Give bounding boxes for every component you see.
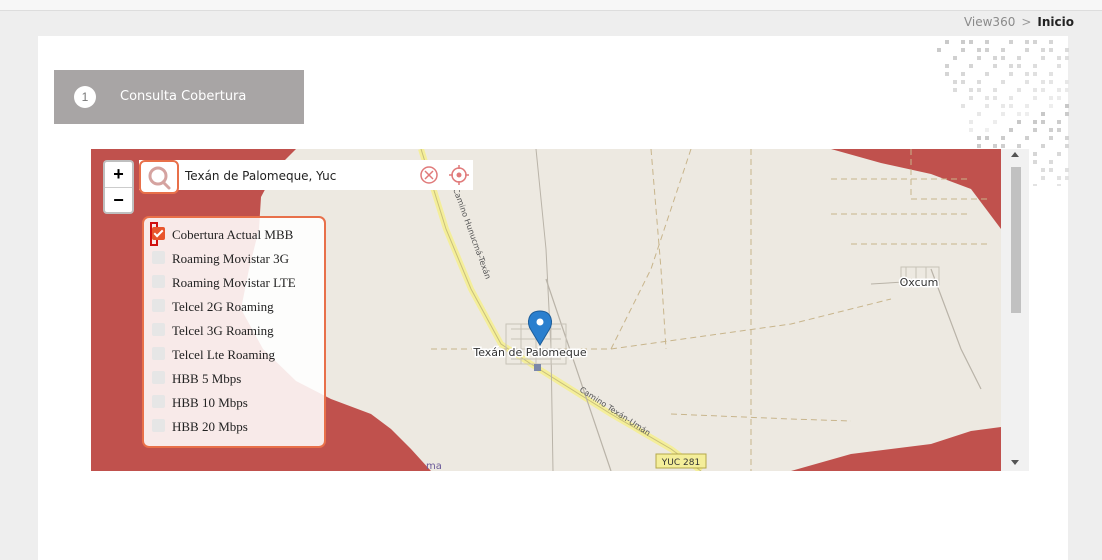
step-number-badge: 1 <box>74 86 96 108</box>
search-button[interactable] <box>139 160 179 194</box>
checkbox-icon[interactable] <box>152 299 165 312</box>
clear-search-icon[interactable] <box>419 165 439 185</box>
scroll-down-arrow-icon[interactable] <box>1011 460 1019 465</box>
top-bar <box>0 0 1102 11</box>
breadcrumb-root[interactable]: View360 <box>964 15 1015 29</box>
search-input[interactable]: Texán de Palomeque, Yuc <box>185 169 336 183</box>
layer-label: Roaming Movistar 3G <box>172 251 289 266</box>
scroll-up-arrow-icon[interactable] <box>1011 152 1019 157</box>
checkbox-icon[interactable] <box>152 275 165 288</box>
geolocate-icon[interactable] <box>449 165 469 185</box>
layer-panel: Cobertura Actual MBB Roaming Movistar 3G… <box>142 216 326 448</box>
checkbox-icon[interactable] <box>152 371 165 384</box>
layer-label: HBB 5 Mbps <box>172 371 242 386</box>
checkbox-icon[interactable] <box>152 347 165 360</box>
route-shield-yuc281: YUC 281 <box>655 453 707 469</box>
checkbox-icon[interactable] <box>152 251 165 264</box>
breadcrumb: View360 > Inicio <box>964 15 1074 29</box>
zoom-control: + − <box>103 160 134 214</box>
map-scrollbar[interactable] <box>1001 149 1029 471</box>
checkbox-icon[interactable] <box>152 419 165 432</box>
step-header[interactable]: 1 Consulta Cobertura <box>54 70 304 124</box>
layer-label: Cobertura Actual MBB <box>172 227 294 242</box>
layer-label: Roaming Movistar LTE <box>172 275 296 290</box>
scrollbar-thumb[interactable] <box>1011 167 1021 313</box>
magnifier-icon <box>148 166 171 190</box>
checkbox-icon[interactable] <box>152 395 165 408</box>
layer-item-cobertura-actual-mbb[interactable]: Cobertura Actual MBB <box>150 222 293 246</box>
main-panel: 1 Consulta Cobertura Texán de Palomeque … <box>38 36 1069 560</box>
map-label-town: Texán de Palomeque <box>472 346 586 359</box>
layer-label: HBB 10 Mbps <box>172 395 248 410</box>
zoom-in-button[interactable]: + <box>105 162 132 188</box>
layer-label: Telcel 2G Roaming <box>172 299 274 314</box>
search-box: Texán de Palomeque, Yuc <box>139 160 473 194</box>
breadcrumb-current: Inicio <box>1037 15 1074 29</box>
layer-label: Telcel Lte Roaming <box>172 347 276 362</box>
layer-label: HBB 20 Mbps <box>172 419 248 434</box>
map-label-village: Oxcum <box>900 276 939 289</box>
map-container[interactable]: Texán de Palomeque Oxcum Camino Hunucmá-… <box>91 149 1029 471</box>
zoom-out-button[interactable]: − <box>105 188 132 213</box>
svg-text:YUC 281: YUC 281 <box>661 458 700 468</box>
breadcrumb-separator: > <box>1021 15 1032 29</box>
checkbox-icon[interactable] <box>152 323 165 336</box>
step-title: Consulta Cobertura <box>120 89 247 104</box>
map-label-bottom: ma <box>426 461 442 471</box>
checkbox-checked-icon[interactable] <box>152 227 165 240</box>
layer-label: Telcel 3G Roaming <box>172 323 274 338</box>
